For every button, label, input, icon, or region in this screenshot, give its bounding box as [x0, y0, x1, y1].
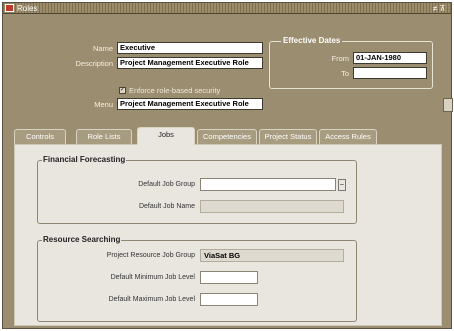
- title-bar[interactable]: Roles ≠ ⊼: [3, 3, 451, 14]
- menu-label: Menu: [94, 100, 113, 109]
- name-label: Name: [92, 44, 113, 53]
- default-job-name-field[interactable]: [200, 200, 344, 213]
- default-min-job-level-field[interactable]: [200, 271, 258, 284]
- default-job-name-label: Default Job Name: [138, 203, 195, 210]
- window-app-icon: [5, 4, 14, 12]
- description-label: Description: [75, 59, 113, 68]
- name-field[interactable]: Executive: [117, 42, 263, 54]
- tab-jobs[interactable]: Jobs: [137, 127, 195, 145]
- description-field[interactable]: Project Management Executive Role: [117, 57, 263, 69]
- financial-forecasting-group: [37, 160, 357, 224]
- default-min-job-level-label: Default Minimum Job Level: [110, 274, 195, 281]
- enforce-security-label: Enforce role-based security: [129, 86, 221, 95]
- project-resource-job-group-label: Project Resource Job Group: [106, 252, 195, 259]
- from-date-field[interactable]: 01-JAN-1980: [353, 52, 427, 64]
- default-max-job-level-field[interactable]: [200, 293, 258, 306]
- tab-project-status[interactable]: Project Status: [259, 129, 317, 144]
- financial-forecasting-title: Financial Forecasting: [42, 155, 127, 164]
- default-job-group-field[interactable]: [200, 178, 336, 191]
- default-job-group-label: Default Job Group: [138, 181, 195, 188]
- roles-window: Roles ≠ ⊼ Name Executive Description Pro…: [2, 2, 453, 329]
- project-resource-job-group-field[interactable]: ViaSat BG: [200, 249, 344, 262]
- menu-field[interactable]: Project Management Executive Role: [117, 98, 263, 110]
- from-label: From: [331, 54, 350, 63]
- list-of-values-button[interactable]: –: [338, 179, 346, 191]
- resource-searching-title: Resource Searching: [42, 235, 122, 244]
- to-label: To: [341, 69, 349, 78]
- jobs-tab-panel: Financial Forecasting Default Job Group …: [14, 144, 442, 326]
- tab-controls[interactable]: Controls: [14, 129, 66, 144]
- effective-dates-group: [269, 41, 433, 89]
- scroll-indicator[interactable]: [443, 98, 453, 112]
- window-title: Roles: [17, 4, 38, 13]
- to-date-field[interactable]: [353, 67, 427, 79]
- tab-access-rules[interactable]: Access Rules: [319, 129, 377, 144]
- window-controls-icon[interactable]: ≠ ⊼: [433, 3, 445, 14]
- enforce-security-checkbox[interactable]: ✓: [119, 87, 126, 94]
- default-max-job-level-label: Default Maximum Job Level: [108, 296, 195, 303]
- tab-role-lists[interactable]: Role Lists: [76, 129, 132, 144]
- effective-dates-title: Effective Dates: [281, 36, 343, 45]
- tab-competencies[interactable]: Competencies: [197, 129, 257, 144]
